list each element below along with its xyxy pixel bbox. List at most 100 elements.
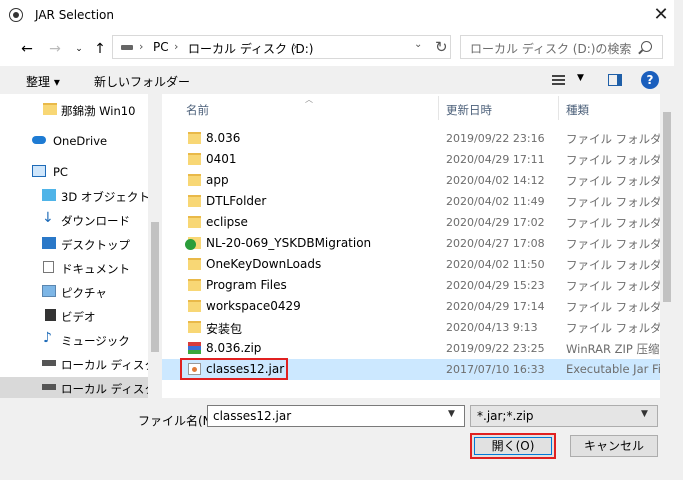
file-date: 2020/04/29 15:23	[446, 279, 545, 292]
navigation-pane: 那錦渤 Win10 OneDrive PC 3D オブジェクト ↓ ダウンロード…	[0, 94, 162, 398]
up-arrow-icon[interactable]: ↑	[91, 40, 109, 58]
sidebar-item-drive-c[interactable]: ローカル ディスク (C	[0, 353, 162, 375]
sidebar-item-downloads[interactable]: ↓ ダウンロード	[0, 209, 148, 231]
recent-dropdown-icon[interactable]: ⌄	[70, 40, 88, 58]
refresh-icon[interactable]: ↻	[435, 38, 448, 56]
file-list-scrollbar-thumb[interactable]	[663, 112, 671, 302]
list-header: ︿ 名前 更新日時 種類	[162, 94, 660, 122]
sort-ascending-icon: ︿	[305, 95, 313, 104]
column-header-date[interactable]: 更新日時	[446, 102, 492, 118]
sidebar-item-label: ミュージック	[61, 334, 130, 348]
column-divider[interactable]	[438, 96, 439, 120]
file-row[interactable]: 8.036.zip 2019/09/22 23:25 WinRAR ZIP 压缩	[162, 338, 660, 359]
file-row[interactable]: app 2020/04/02 14:12 ファイル フォルダー	[162, 170, 660, 191]
sidebar-item-videos[interactable]: ビデオ	[0, 305, 148, 327]
view-options-icon[interactable]	[552, 75, 565, 86]
filename-input[interactable]: classes12.jar ▼	[207, 405, 465, 427]
file-date: 2020/04/29 17:14	[446, 300, 545, 313]
folder-icon	[188, 216, 201, 228]
sidebar-item-label: ダウンロード	[61, 214, 130, 228]
file-row[interactable]: 安装包 2020/04/13 9:13 ファイル フォルダー	[162, 317, 660, 338]
file-name: 8.036	[206, 131, 241, 145]
sidebar-item-3d-objects[interactable]: 3D オブジェクト	[0, 185, 150, 207]
organize-button[interactable]: 整理 ▾	[26, 73, 60, 90]
file-type: ファイル フォルダー	[566, 216, 660, 230]
file-date: 2020/04/29 17:11	[446, 153, 545, 166]
sidebar-item-desktop[interactable]: デスクトップ	[0, 233, 148, 255]
filter-value: *.jar;*.zip	[477, 409, 534, 423]
sidebar-item-onedrive[interactable]: OneDrive	[0, 130, 148, 152]
sidebar-item-documents[interactable]: ドキュメント	[0, 257, 148, 279]
chevron-down-icon[interactable]: ▼	[641, 409, 648, 419]
file-row[interactable]: OneKeyDownLoads 2020/04/02 11:50 ファイル フォ…	[162, 254, 660, 275]
sidebar-item-label: ドキュメント	[61, 262, 130, 276]
file-name: app	[206, 173, 229, 187]
file-row[interactable]: Program Files 2020/04/29 15:23 ファイル フォルダ…	[162, 275, 660, 296]
search-icon[interactable]	[641, 41, 652, 52]
folder-icon	[188, 258, 201, 270]
window-title: JAR Selection	[35, 8, 114, 22]
file-type: ファイル フォルダー	[566, 153, 660, 167]
sidebar-item-label: PC	[53, 165, 68, 179]
help-icon[interactable]: ?	[641, 71, 659, 89]
sidebar-item-label: ピクチャ	[61, 286, 107, 300]
file-type: ファイル フォルダー	[566, 132, 660, 146]
file-type: ファイル フォルダー	[566, 195, 660, 209]
folder-icon	[188, 174, 201, 186]
sync-check-icon	[185, 239, 196, 250]
forward-arrow-icon[interactable]: →	[46, 40, 64, 58]
open-button-label: 開く(O)	[474, 437, 552, 455]
file-row[interactable]: 0401 2020/04/29 17:11 ファイル フォルダー	[162, 149, 660, 170]
file-date: 2019/09/22 23:25	[446, 342, 545, 355]
file-type-filter-select[interactable]: *.jar;*.zip ▼	[470, 405, 658, 427]
sidebar-item-music[interactable]: ♪ ミュージック	[0, 329, 148, 351]
file-name: eclipse	[206, 215, 248, 229]
chevron-down-icon[interactable]: ▼	[448, 409, 455, 419]
drive-icon	[42, 360, 56, 366]
file-row[interactable]: NL-20-069_YSKDBMigration 2020/04/27 17:0…	[162, 233, 660, 254]
file-date: 2020/04/02 11:49	[446, 195, 545, 208]
open-button[interactable]: 開く(O)	[470, 433, 556, 459]
back-arrow-icon[interactable]: ←	[18, 40, 36, 58]
sidebar-item-drive-d[interactable]: ローカル ディスク (D	[0, 377, 162, 398]
new-folder-button[interactable]: 新しいフォルダー	[94, 73, 190, 90]
sidebar-scrollbar-thumb[interactable]	[151, 222, 159, 352]
column-header-type[interactable]: 種類	[566, 102, 589, 118]
file-row[interactable]: DTLFolder 2020/04/02 11:49 ファイル フォルダー	[162, 191, 660, 212]
address-bar[interactable]: › PC › ローカル ディスク (D:) › ⌄ ↻	[112, 35, 451, 59]
file-type: ファイル フォルダー	[566, 237, 660, 251]
chevron-right-icon[interactable]: ›	[293, 40, 297, 53]
file-row[interactable]: eclipse 2020/04/29 17:02 ファイル フォルダー	[162, 212, 660, 233]
file-date: 2020/04/27 17:08	[446, 237, 545, 250]
file-name: 安装包	[206, 322, 243, 336]
column-header-name[interactable]: 名前	[186, 102, 209, 118]
preview-pane-icon[interactable]	[608, 74, 622, 86]
chevron-right-icon[interactable]: ›	[174, 40, 178, 53]
column-divider[interactable]	[558, 96, 559, 120]
file-name: workspace0429	[206, 299, 301, 313]
folder-icon	[188, 153, 201, 165]
desktop-icon	[42, 237, 56, 249]
cloud-icon	[32, 136, 46, 144]
file-date: 2020/04/02 11:50	[446, 258, 545, 271]
sidebar-item-label: デスクトップ	[61, 238, 130, 252]
sidebar-item-pc[interactable]: PC	[0, 161, 148, 183]
sidebar-item-label: OneDrive	[53, 134, 108, 148]
chevron-right-icon[interactable]: ›	[139, 40, 143, 53]
search-input[interactable]: ローカル ディスク (D:)の検索	[460, 35, 663, 59]
picture-icon	[42, 285, 56, 297]
breadcrumb-pc[interactable]: PC	[153, 40, 169, 54]
sidebar-item-pictures[interactable]: ピクチャ	[0, 281, 148, 303]
cancel-button[interactable]: キャンセル	[570, 435, 658, 457]
chevron-down-icon[interactable]: ▼	[577, 73, 584, 83]
sidebar-item-user-folder[interactable]: 那錦渤 Win10	[0, 99, 148, 121]
close-icon[interactable]: ✕	[650, 4, 672, 26]
file-type: WinRAR ZIP 压缩	[566, 342, 660, 356]
file-type: ファイル フォルダー	[566, 258, 660, 272]
file-row[interactable]: workspace0429 2020/04/29 17:14 ファイル フォルダ…	[162, 296, 660, 317]
sidebar-item-label: ローカル ディスク (C	[61, 358, 162, 372]
drive-icon	[121, 45, 133, 50]
file-name: 8.036.zip	[206, 341, 262, 355]
chevron-down-icon[interactable]: ⌄	[414, 39, 422, 50]
file-row[interactable]: 8.036 2019/09/22 23:16 ファイル フォルダー	[162, 128, 660, 149]
